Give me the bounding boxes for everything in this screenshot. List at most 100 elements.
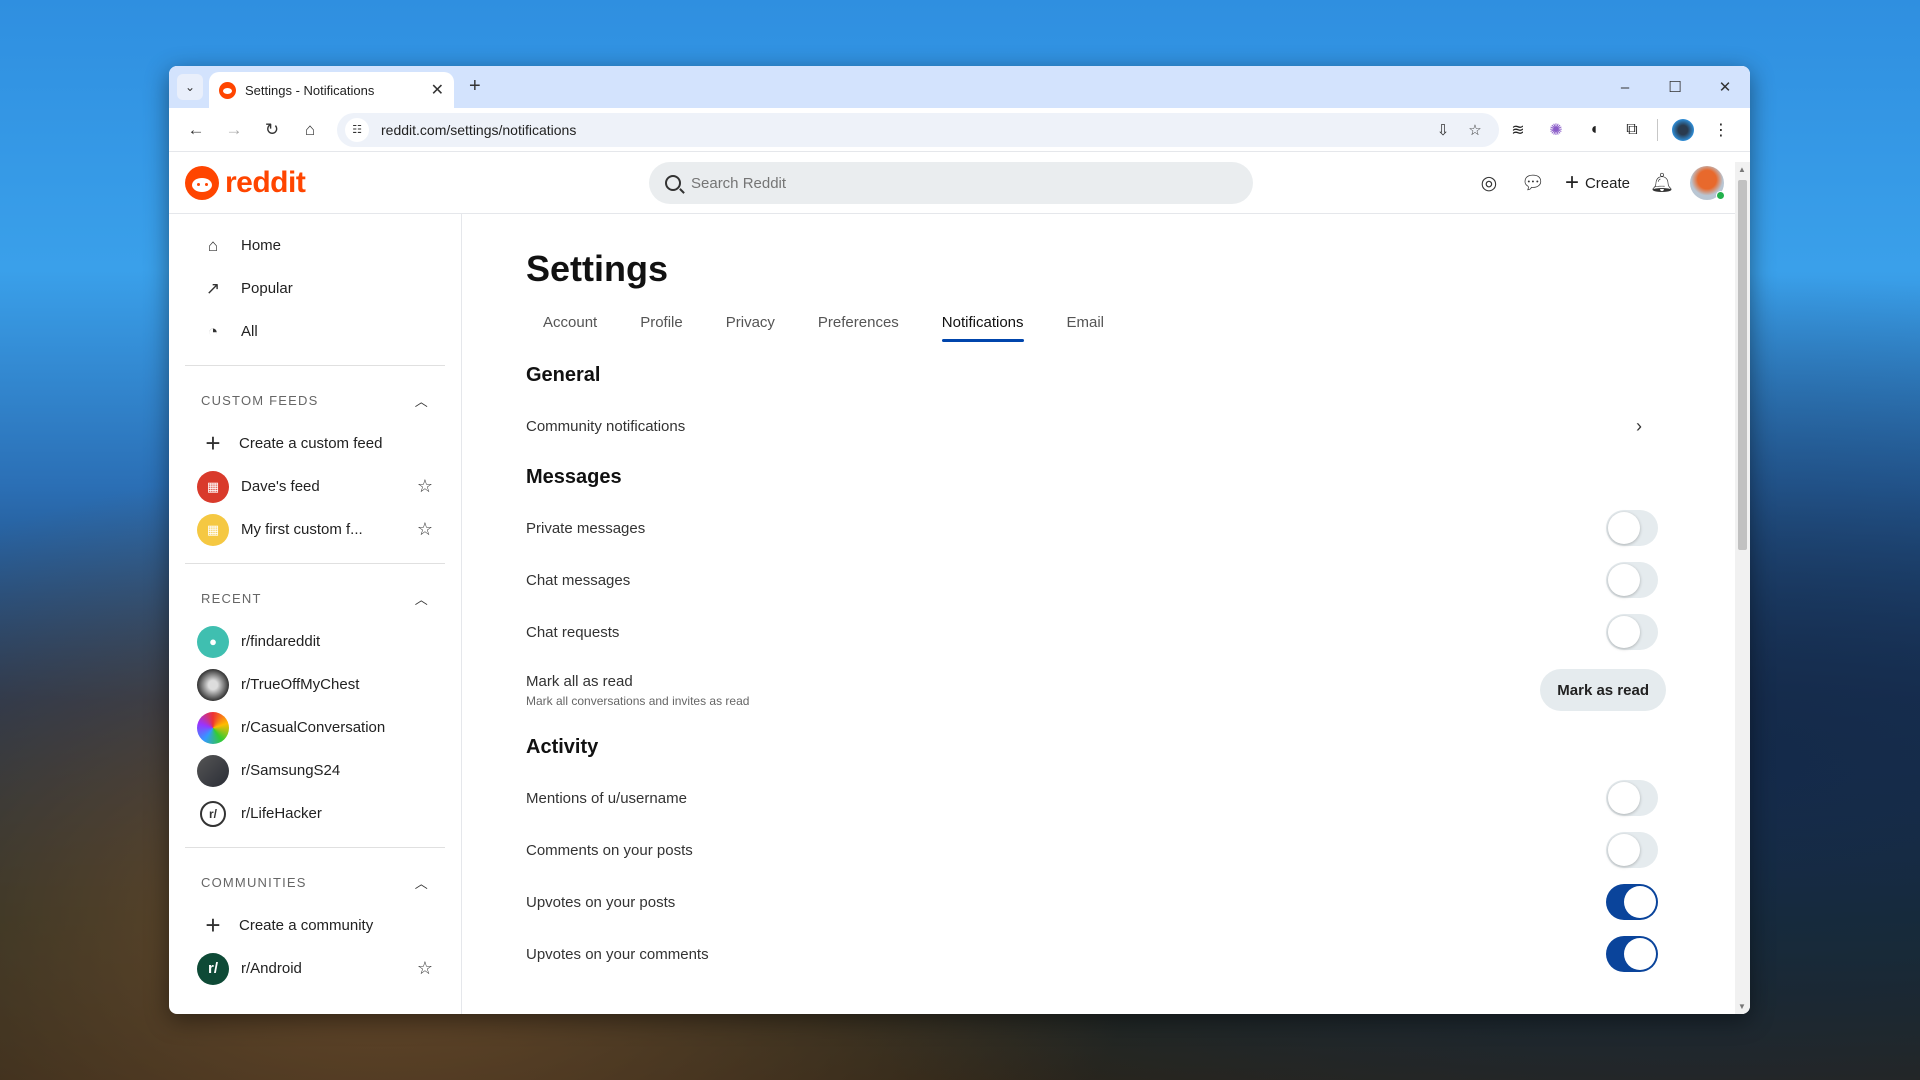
- window-controls: – ☐ ✕: [1600, 66, 1750, 108]
- chevron-up-icon[interactable]: ︿: [415, 391, 429, 410]
- reddit-header: reddit ◎ 💬︎ + Create 🔔︎: [169, 152, 1750, 214]
- sidebar-item-all[interactable]: ◔ All: [185, 310, 445, 353]
- address-bar[interactable]: ☷ reddit.com/settings/notifications ⇩ ☆: [337, 112, 1499, 147]
- sidebar-item-label: r/TrueOffMyChest: [241, 676, 360, 693]
- popular-icon: ↗: [205, 278, 221, 298]
- recent-heading[interactable]: RECENT ︿: [185, 576, 445, 620]
- custom-feeds-heading[interactable]: CUSTOM FEEDS ︿: [185, 378, 445, 422]
- browser-menu-icon[interactable]: ⋮: [1702, 113, 1740, 147]
- mentions-toggle[interactable]: [1606, 780, 1658, 816]
- sidebar-item-community[interactable]: r/ r/Android ☆: [185, 947, 445, 990]
- toggle-knob: [1608, 616, 1640, 648]
- sidebar-divider: [185, 365, 445, 366]
- community-avatar: ●: [197, 625, 229, 658]
- create-community-button[interactable]: + Create a community: [185, 904, 445, 947]
- communities-heading[interactable]: COMMUNITIES ︿: [185, 860, 445, 904]
- upvotes-on-posts-row: Upvotes on your posts: [526, 876, 1666, 928]
- row-label: Mentions of u/username: [526, 789, 687, 807]
- sidebar-item-label: All: [241, 323, 258, 340]
- chevron-up-icon[interactable]: ︿: [415, 873, 429, 892]
- browser-toolbar: ← → ↻ ⌂ ☷ reddit.com/settings/notificati…: [169, 108, 1750, 152]
- community-notifications-row[interactable]: Community notifications ›: [526, 400, 1666, 452]
- tab-strip: ⌄ Settings - Notifications ✕ + – ☐ ✕: [169, 66, 1750, 108]
- section-heading-label: CUSTOM FEEDS: [201, 392, 319, 408]
- bookmark-star-icon[interactable]: ☆: [1459, 121, 1491, 139]
- create-post-button[interactable]: + Create: [1555, 163, 1640, 203]
- reload-button[interactable]: ↻: [255, 113, 289, 147]
- tab-notifications[interactable]: Notifications: [941, 310, 1024, 350]
- create-label: Create: [1584, 174, 1630, 192]
- sidebar-item-recent[interactable]: r/TrueOffMyChest: [185, 663, 445, 706]
- flower-extension-icon[interactable]: ✺: [1537, 113, 1575, 147]
- notifications-button[interactable]: 🔔︎: [1640, 163, 1684, 203]
- reddit-favicon-icon: [219, 81, 236, 99]
- new-tab-button[interactable]: +: [469, 75, 481, 98]
- sidebar-item-recent[interactable]: ● r/findareddit: [185, 620, 445, 663]
- forward-button[interactable]: →: [217, 113, 251, 147]
- sidebar-item-label: r/LifeHacker: [241, 805, 322, 822]
- comments-on-posts-row: Comments on your posts: [526, 824, 1666, 876]
- mark-as-read-button[interactable]: Mark as read: [1540, 669, 1666, 711]
- mark-all-read-row: Mark all as read Mark all conversations …: [526, 658, 1666, 722]
- tab-search-button[interactable]: ⌄: [177, 74, 203, 100]
- row-label: Private messages: [526, 519, 646, 537]
- user-avatar[interactable]: [1690, 166, 1725, 200]
- upvotes-on-comments-toggle[interactable]: [1606, 936, 1658, 972]
- headphones-extension-icon[interactable]: ◖: [1575, 113, 1613, 147]
- install-app-icon[interactable]: ⇩: [1427, 121, 1459, 139]
- upvotes-on-posts-toggle[interactable]: [1606, 884, 1658, 920]
- chevron-up-icon[interactable]: ︿: [415, 589, 429, 608]
- maximize-button[interactable]: ☐: [1650, 66, 1700, 108]
- chat-button[interactable]: 💬︎: [1511, 163, 1555, 203]
- tab-email[interactable]: Email: [1067, 310, 1105, 350]
- extensions-puzzle-icon[interactable]: ⧉: [1613, 113, 1651, 147]
- star-icon[interactable]: ☆: [405, 476, 445, 497]
- chat-messages-toggle[interactable]: [1606, 562, 1658, 598]
- page-scrollbar[interactable]: ▲ ▼: [1735, 162, 1750, 1014]
- tab-close-icon[interactable]: ✕: [431, 80, 444, 100]
- scrollbar-thumb[interactable]: [1738, 180, 1747, 550]
- sidebar-item-custom-feed[interactable]: ▦ My first custom f... ☆: [185, 508, 445, 551]
- star-icon[interactable]: ☆: [405, 958, 445, 979]
- tab-account[interactable]: Account: [543, 310, 597, 350]
- sidebar-item-recent[interactable]: r/ r/LifeHacker: [185, 792, 445, 835]
- sidebar-item-custom-feed[interactable]: ▦ Dave's feed ☆: [185, 465, 445, 508]
- settings-tabs: Account Profile Privacy Preferences Noti…: [543, 310, 1750, 350]
- profile-button[interactable]: [1664, 113, 1702, 147]
- sidebar-item-home[interactable]: ⌂ Home: [185, 224, 445, 267]
- layers-extension-icon[interactable]: ≋: [1499, 113, 1537, 147]
- reddit-logo[interactable]: reddit: [185, 165, 306, 200]
- scroll-up-arrow-icon[interactable]: ▲: [1738, 165, 1746, 174]
- search-input[interactable]: [691, 174, 1237, 192]
- private-messages-toggle[interactable]: [1606, 510, 1658, 546]
- home-button[interactable]: ⌂: [293, 113, 327, 147]
- minimize-button[interactable]: –: [1600, 66, 1650, 108]
- tab-preferences[interactable]: Preferences: [818, 310, 899, 350]
- back-button[interactable]: ←: [179, 113, 213, 147]
- chat-requests-toggle[interactable]: [1606, 614, 1658, 650]
- star-icon[interactable]: ☆: [405, 519, 445, 540]
- sidebar-item-label: r/Android: [241, 960, 302, 977]
- sidebar-item-popular[interactable]: ↗ Popular: [185, 267, 445, 310]
- create-custom-feed-button[interactable]: + Create a custom feed: [185, 422, 445, 465]
- comments-on-posts-toggle[interactable]: [1606, 832, 1658, 868]
- close-window-button[interactable]: ✕: [1700, 66, 1750, 108]
- tab-privacy[interactable]: Privacy: [726, 310, 775, 350]
- chevron-right-icon[interactable]: ›: [1636, 416, 1642, 437]
- url-text[interactable]: reddit.com/settings/notifications: [381, 122, 1427, 138]
- sidebar-item-recent[interactable]: r/SamsungS24: [185, 749, 445, 792]
- chat-messages-row: Chat messages: [526, 554, 1666, 606]
- tab-profile[interactable]: Profile: [640, 310, 683, 350]
- browser-tab[interactable]: Settings - Notifications ✕: [209, 72, 454, 108]
- ad-cursor-icon: ◎: [1480, 172, 1498, 194]
- sidebar-item-recent[interactable]: r/CasualConversation: [185, 706, 445, 749]
- scroll-down-arrow-icon[interactable]: ▼: [1738, 1002, 1746, 1011]
- search-bar[interactable]: [649, 162, 1253, 204]
- browser-window: ⌄ Settings - Notifications ✕ + – ☐ ✕ ← →…: [169, 66, 1750, 1014]
- private-messages-row: Private messages: [526, 502, 1666, 554]
- row-label: Chat messages: [526, 571, 631, 589]
- sidebar-divider: [185, 847, 445, 848]
- advertise-button[interactable]: ◎: [1467, 163, 1511, 203]
- site-info-icon[interactable]: ☷: [345, 117, 369, 142]
- upvotes-on-comments-row: Upvotes on your comments: [526, 928, 1666, 980]
